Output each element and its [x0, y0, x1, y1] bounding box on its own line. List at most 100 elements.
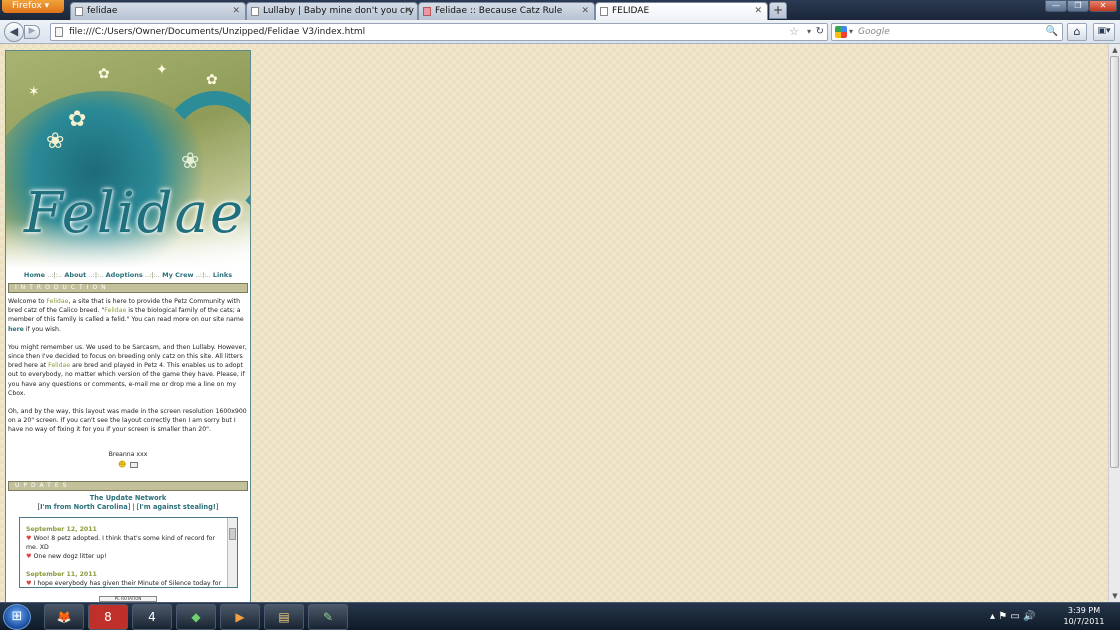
nav-links-link[interactable]: Links [213, 271, 232, 279]
search-placeholder[interactable]: Google [858, 24, 890, 40]
bracket: ] | [ [127, 503, 140, 511]
north-carolina-link[interactable]: I'm from North Carolina [40, 503, 128, 511]
nav-adoptions-link[interactable]: Adoptions [106, 271, 143, 279]
google-icon[interactable] [835, 26, 847, 38]
firefox-taskbar-icon[interactable]: 🦊 [44, 604, 84, 630]
update-item: ♥ Woo! 8 petz adopted. I think that's so… [26, 534, 222, 552]
tab-label: Lullaby | Baby mine don't you cry [263, 6, 414, 16]
intro-paragraph: Welcome to Felidae, a site that is here … [8, 297, 248, 334]
felidae-highlight: Felidae [104, 307, 127, 315]
flower-decoration: ✿ [206, 72, 218, 88]
update-date: September 11, 2011 [26, 571, 97, 578]
here-link[interactable]: here [8, 326, 24, 333]
history-dropdown-icon[interactable]: ▾ [807, 24, 811, 40]
update-text: Woo! 8 petz adopted. I think that's some… [26, 535, 215, 551]
nav-home-link[interactable]: Home [24, 271, 45, 279]
site-favicon-icon [423, 7, 431, 16]
flower-decoration: ✦ [156, 62, 168, 78]
scroll-thumb[interactable] [1110, 56, 1119, 468]
close-window-button[interactable]: ✕ [1089, 0, 1117, 12]
engine-dropdown-icon[interactable]: ▾ [849, 24, 853, 40]
clock-date: 10/7/2011 [1063, 617, 1105, 626]
updates-header: UPDATES [8, 481, 248, 491]
heart-icon: ♥ [26, 553, 32, 560]
flower-decoration: ❀ [181, 149, 200, 174]
page-scrollbar[interactable]: ▲ ▼ [1108, 44, 1120, 602]
tab-label: felidae [87, 6, 118, 16]
close-tab-icon[interactable]: ✕ [404, 3, 412, 20]
notepad-taskbar-icon[interactable]: ✎ [308, 604, 348, 630]
windows-taskbar: ⊞ 🦊 8 4 ◆ ▶ ▤ ✎ ▴ ⚑ ▭ 🔊 3:39 PM 10/7/201… [0, 602, 1120, 630]
update-network-link[interactable]: The Update Network [6, 494, 250, 502]
page-icon [55, 27, 63, 37]
update-text: One new dogz litter up! [33, 553, 107, 560]
back-button[interactable]: ◀ [4, 22, 24, 42]
updates-box[interactable]: September 12, 2011 ♥ Woo! 8 petz adopted… [19, 517, 238, 588]
sims-taskbar-icon[interactable]: ◆ [176, 604, 216, 630]
media-player-taskbar-icon[interactable]: ▶ [220, 604, 260, 630]
system-tray: ▴ ⚑ ▭ 🔊 [990, 603, 1050, 630]
user-icon[interactable]: ☻ [118, 461, 126, 469]
update-item: ♥ One new dogz litter up! [26, 552, 222, 561]
new-tab-button[interactable]: + [769, 2, 787, 19]
tab-felidae-active[interactable]: FELIDAE ✕ [595, 2, 768, 20]
felidae-highlight: Felidae [46, 298, 69, 305]
firefox-menu-button[interactable]: Firefox ▾ [2, 0, 64, 13]
reload-icon[interactable]: ↻ [816, 24, 824, 40]
intro-header: INTRODUCTION [8, 283, 248, 293]
flag-icon[interactable]: ⚑ [998, 611, 1007, 622]
url-bar[interactable]: file:///C:/Users/Owner/Documents/Unzippe… [50, 23, 828, 41]
psp8-taskbar-icon[interactable]: 8 [88, 604, 128, 630]
minimize-button[interactable]: — [1045, 0, 1067, 12]
tab-lullaby[interactable]: Lullaby | Baby mine don't you cry ✕ [246, 2, 418, 20]
page-icon [75, 7, 83, 16]
site-banner: ✿ ❀ ✿ ✦ ✶ ✿ ❀ Felidae [6, 51, 250, 269]
updates-list: September 12, 2011 ♥ Woo! 8 petz adopted… [26, 523, 222, 587]
against-stealing-link[interactable]: I'm against stealing! [139, 503, 216, 511]
url-text[interactable]: file:///C:/Users/Owner/Documents/Unzippe… [69, 25, 365, 39]
update-tags: [I'm from North Carolina] | [I'm against… [6, 503, 250, 511]
nav-my-crew-link[interactable]: My Crew [162, 271, 193, 279]
scroll-down-icon[interactable]: ▼ [1110, 591, 1120, 601]
scroll-up-icon[interactable]: ▲ [1110, 45, 1120, 55]
page-icon [251, 7, 259, 16]
tab-label: FELIDAE [612, 6, 650, 16]
bookmark-star-icon[interactable]: ☆ [789, 24, 799, 40]
network-icon[interactable]: ▭ [1010, 611, 1019, 622]
system-clock[interactable]: 3:39 PM 10/7/2011 [1056, 605, 1112, 627]
explorer-taskbar-icon[interactable]: ▤ [264, 604, 304, 630]
home-button[interactable]: ⌂ [1067, 23, 1087, 41]
site-container: ✿ ❀ ✿ ✦ ✶ ✿ ❀ Felidae Home ..:|:.. About… [5, 50, 251, 602]
page-viewport: ✿ ❀ ✿ ✦ ✶ ✿ ❀ Felidae Home ..:|:.. About… [0, 44, 1108, 602]
show-hidden-icons-icon[interactable]: ▴ [990, 611, 995, 622]
close-tab-icon[interactable]: ✕ [232, 3, 240, 20]
update-date: September 12, 2011 [26, 526, 97, 533]
volume-icon[interactable]: 🔊 [1023, 611, 1035, 622]
maximize-button[interactable]: ❐ [1067, 0, 1089, 12]
email-icon[interactable] [130, 462, 138, 468]
site-nav: Home ..:|:.. About ..:|:.. Adoptions ..:… [6, 271, 250, 279]
signature: Breanna xxx [108, 451, 148, 458]
tab-felidae[interactable]: felidae ✕ [70, 2, 246, 20]
clock-time: 3:39 PM [1067, 606, 1101, 615]
flower-decoration: ✿ [68, 107, 87, 132]
heart-icon: ♥ [26, 580, 32, 587]
close-tab-icon[interactable]: ✕ [754, 3, 762, 20]
intro-text: Welcome to Felidae, a site that is here … [8, 297, 248, 444]
tab-label: Felidae :: Because Catz Rule [435, 6, 563, 16]
update-item: ♥ I hope everybody has given their Minut… [26, 579, 222, 587]
intro-paragraph: Oh, and by the way, this layout was made… [8, 408, 247, 434]
bookmarks-menu-button[interactable]: ▣▾ [1093, 23, 1115, 41]
close-tab-icon[interactable]: ✕ [581, 3, 589, 20]
search-bar[interactable]: ▾ Google 🔍 [831, 23, 1063, 41]
nav-about-link[interactable]: About [64, 271, 86, 279]
intro-text-run: Welcome to [8, 298, 47, 305]
updates-scrollbar[interactable] [227, 518, 237, 587]
nav-separator: ..:|:.. [88, 271, 104, 279]
search-icon[interactable]: 🔍 [1046, 24, 1058, 40]
scroll-thumb[interactable] [229, 528, 236, 540]
start-button[interactable]: ⊞ [3, 604, 31, 630]
petz4-taskbar-icon[interactable]: 4 [132, 604, 172, 630]
tab-felidae-catz[interactable]: Felidae :: Because Catz Rule ✕ [418, 2, 595, 20]
forward-button[interactable]: ▶ [24, 25, 40, 39]
